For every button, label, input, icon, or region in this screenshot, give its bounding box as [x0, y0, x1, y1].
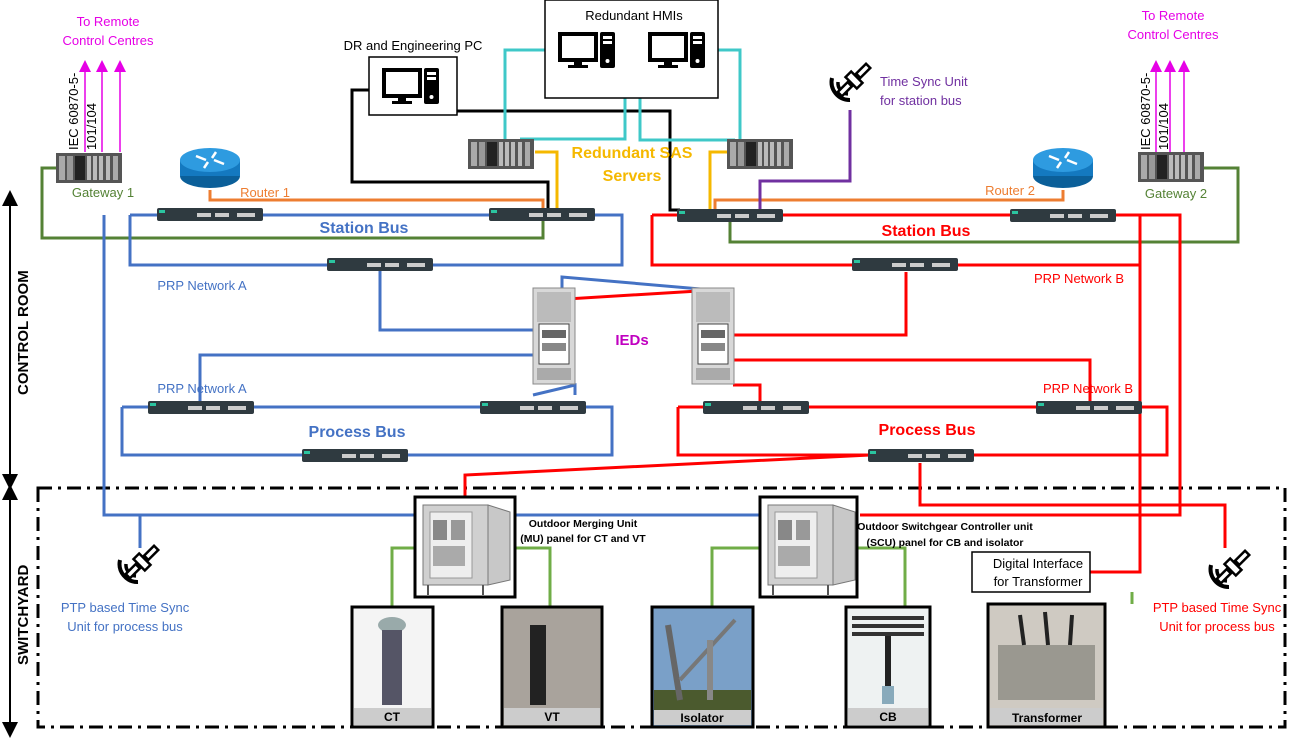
sas-server-2: [727, 139, 793, 169]
gateway-2-label: Gateway 2: [1145, 186, 1207, 201]
protocol-right-line1: IEC 60870-5-: [1138, 73, 1153, 150]
process-switch-a1: [148, 401, 254, 414]
time-sync-station-line2: for station bus: [880, 93, 962, 108]
equipment-vt: VT: [500, 605, 604, 729]
process-switch-a3: [302, 449, 408, 462]
station-switch-a2: [489, 208, 595, 221]
station-switch-b3: [852, 258, 958, 271]
process-bus-a-label: Process Bus: [309, 424, 406, 441]
process-switch-b2: [1036, 401, 1142, 414]
station-switch-a3: [327, 258, 433, 271]
ptp-left-icon: [117, 540, 164, 585]
protocol-right-line2: 101/104: [1156, 103, 1171, 150]
gateway-1: [56, 153, 122, 183]
router-1-icon: [178, 146, 242, 190]
process-switch-a2: [480, 401, 586, 414]
ied-cabinet-1: [532, 287, 576, 385]
equipment-ct: CT: [350, 605, 435, 729]
substation-architecture-diagram: CONTROL ROOM SWITCHYARD To Remote Contro…: [2, 0, 1287, 738]
mu-panel-icon: [422, 504, 511, 596]
station-switch-a1: [157, 208, 263, 221]
remote-left-line1: To Remote: [77, 14, 140, 29]
control-room-label: CONTROL ROOM: [15, 270, 32, 395]
station-switch-b2: [1010, 209, 1116, 222]
digital-interface-line1: Digital Interface: [993, 556, 1083, 571]
ptp-right-line2: Unit for process bus: [1159, 619, 1275, 634]
dr-pc-title: DR and Engineering PC: [344, 38, 483, 53]
hmi-title: Redundant HMIs: [585, 8, 683, 23]
prp-a-station-label: PRP Network A: [157, 278, 247, 293]
sas-server-1: [468, 139, 534, 169]
prp-b-station-label: PRP Network B: [1034, 271, 1124, 286]
svg-text:Isolator: Isolator: [680, 711, 724, 725]
process-bus-b-label: Process Bus: [879, 422, 976, 439]
ieds-label: IEDs: [615, 332, 648, 349]
mu-panel-line1: Outdoor Merging Unit: [529, 518, 638, 530]
equipment-transformer: Transformer: [986, 602, 1107, 729]
time-sync-station-line1: Time Sync Unit: [880, 74, 968, 89]
protocol-left-line2: 101/104: [84, 103, 99, 150]
station-switch-b1: [677, 209, 783, 222]
sas-label-line1: Redundant SAS: [572, 145, 693, 162]
router-2-label: Router 2: [985, 183, 1035, 198]
scu-panel-line2: (SCU) panel for CB and isolator: [867, 537, 1024, 549]
ptp-left-line2: Unit for process bus: [67, 619, 183, 634]
gateway-1-label: Gateway 1: [72, 185, 134, 200]
digital-interface-line2: for Transformer: [994, 574, 1084, 589]
ptp-left-line1: PTP based Time Sync: [61, 600, 190, 615]
process-switch-b1: [703, 401, 809, 414]
svg-text:CT: CT: [384, 710, 401, 724]
scu-panel-icon: [767, 504, 856, 596]
time-sync-station-icon: [829, 58, 876, 103]
ptp-right-icon: [1208, 545, 1255, 590]
mu-panel-line2: (MU) panel for CT and VT: [520, 533, 646, 545]
sas-label-line2: Servers: [603, 168, 662, 185]
process-switch-b3: [868, 449, 974, 462]
svg-text:Transformer: Transformer: [1012, 711, 1082, 725]
equipment-cb: CB: [844, 605, 932, 729]
router-1-label: Router 1: [240, 185, 290, 200]
station-bus-a-label: Station Bus: [320, 220, 409, 237]
scu-panel-line1: Outdoor Switchgear Controller unit: [857, 521, 1033, 533]
prp-b-process-label: PRP Network B: [1043, 381, 1133, 396]
ied-cabinet-2: [691, 287, 735, 385]
svg-text:VT: VT: [544, 710, 560, 724]
connection-lines: [40, 48, 1240, 607]
svg-text:CB: CB: [879, 710, 897, 724]
gateway-2: [1138, 152, 1204, 182]
remote-left-line2: Control Centres: [62, 33, 154, 48]
protocol-left-line1: IEC 60870-5-: [66, 73, 81, 150]
switchyard-label: SWITCHYARD: [15, 565, 32, 665]
prp-a-process-label: PRP Network A: [157, 381, 247, 396]
router-2-icon: [1031, 146, 1095, 190]
control-room-zone: CONTROL ROOM: [2, 190, 32, 490]
equipment-isolator: Isolator: [650, 605, 755, 729]
ptp-right-line1: PTP based Time Sync: [1153, 600, 1282, 615]
remote-right-line1: To Remote: [1142, 8, 1205, 23]
station-bus-b-label: Station Bus: [882, 223, 971, 240]
remote-right-line2: Control Centres: [1127, 27, 1219, 42]
